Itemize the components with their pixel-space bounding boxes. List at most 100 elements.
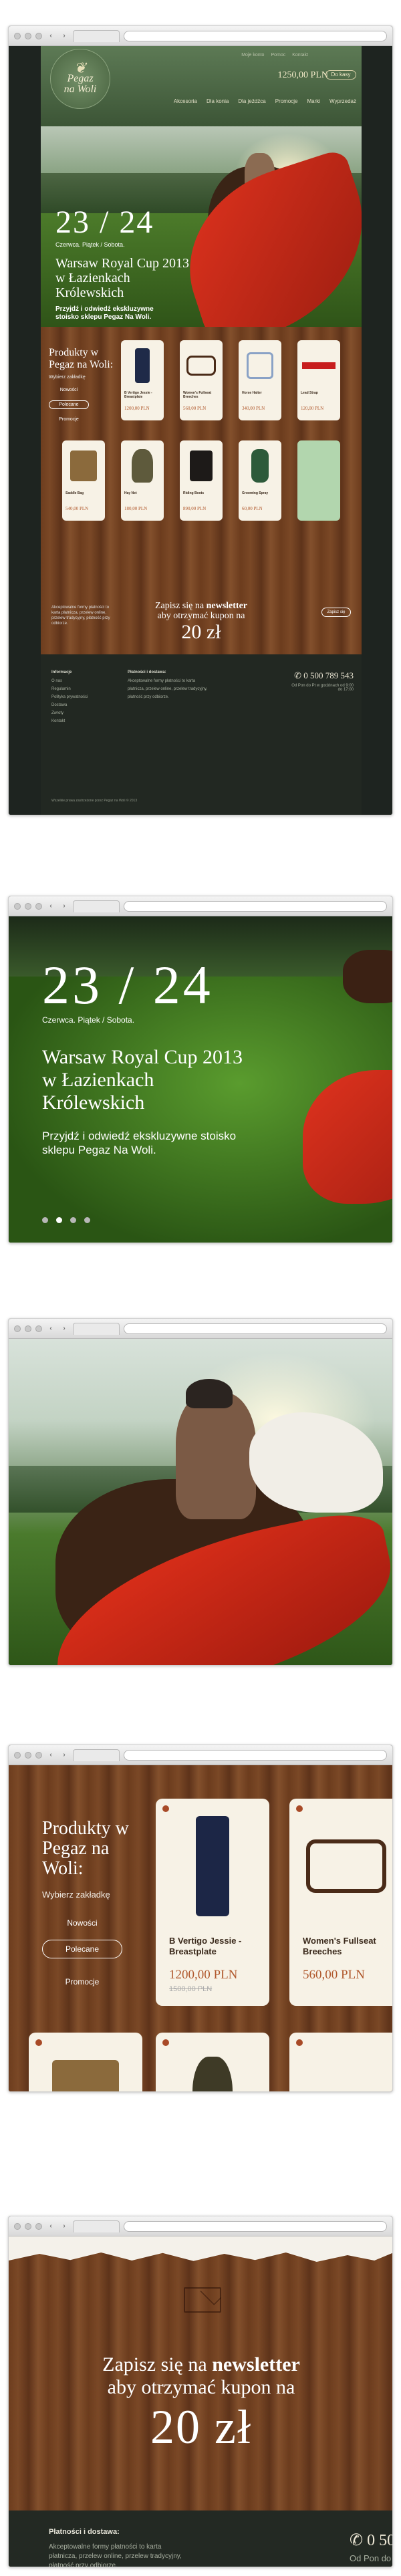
forward-icon[interactable]: › bbox=[59, 2222, 69, 2230]
promo-card[interactable] bbox=[297, 440, 340, 521]
back-icon[interactable]: ‹ bbox=[46, 902, 55, 910]
browser-tab[interactable] bbox=[73, 1749, 120, 1761]
slide-dot-active[interactable] bbox=[56, 1217, 62, 1223]
maximize-window-icon[interactable] bbox=[35, 1751, 42, 1759]
browser-tab[interactable] bbox=[73, 900, 120, 912]
product-card[interactable]: Women's Fullseat Breeches 560,00 PLN bbox=[289, 1799, 392, 2006]
minimize-window-icon[interactable] bbox=[25, 1325, 31, 1332]
product-card[interactable] bbox=[156, 2033, 269, 2091]
top-link-help[interactable]: Pomoc bbox=[271, 53, 285, 57]
product-card[interactable]: B Vertigo Jessie - Breastplate 1200,00 P… bbox=[156, 1799, 269, 2006]
site-logo[interactable]: ❦ Pegaz na Woli bbox=[50, 49, 110, 109]
minimize-window-icon[interactable] bbox=[25, 902, 31, 910]
address-bar[interactable] bbox=[124, 30, 387, 41]
maximize-window-icon[interactable] bbox=[35, 32, 42, 39]
back-icon[interactable]: ‹ bbox=[46, 2222, 55, 2230]
footer-link[interactable]: Polityka prywatności bbox=[51, 693, 88, 701]
newsletter-bold: newsletter bbox=[206, 601, 247, 611]
footer-phone[interactable]: ✆ 0 500 789 543 bbox=[350, 2531, 392, 2550]
product-name: Hay Net bbox=[124, 491, 137, 495]
nav-item-rider[interactable]: Dla jeźdźca bbox=[238, 98, 265, 104]
filter-recommended[interactable]: Polecane bbox=[49, 400, 89, 409]
product-price: 340,00 PLN bbox=[242, 406, 265, 411]
checkout-button[interactable]: Do kasy bbox=[325, 70, 356, 80]
hero-date: 23 / 24 bbox=[42, 954, 213, 1015]
back-icon[interactable]: ‹ bbox=[46, 1325, 55, 1333]
nav-item-accessories[interactable]: Akcesoria bbox=[174, 98, 197, 104]
product-card[interactable]: Riding Boots 890,00 PLN bbox=[180, 440, 223, 521]
newsletter-line-2: aby otrzymać kupon na bbox=[107, 2376, 295, 2398]
forward-icon[interactable]: › bbox=[59, 1751, 69, 1759]
close-window-icon[interactable] bbox=[14, 1751, 21, 1759]
products-title: Produkty w Pegaz na Woli: bbox=[49, 347, 114, 370]
maximize-window-icon[interactable] bbox=[35, 902, 42, 910]
address-bar[interactable] bbox=[124, 1749, 387, 1761]
product-card[interactable]: Saddle Bag 540,00 PLN bbox=[62, 440, 105, 521]
product-price: 120,00 PLN bbox=[301, 406, 324, 411]
footer-link[interactable]: Kontakt bbox=[51, 717, 88, 725]
product-price: 1200,00 PLN bbox=[124, 406, 150, 411]
helmet-image bbox=[186, 1379, 233, 1408]
slide-dot[interactable] bbox=[70, 1217, 76, 1223]
product-card[interactable]: Lead Strap 120,00 PLN bbox=[297, 340, 340, 420]
filter-new[interactable]: Nowości bbox=[49, 386, 89, 394]
slide-dot[interactable] bbox=[84, 1217, 90, 1223]
minimize-window-icon[interactable] bbox=[25, 2222, 31, 2230]
filter-promotions[interactable]: Promocje bbox=[49, 416, 89, 423]
nav-item-brands[interactable]: Marki bbox=[307, 98, 320, 104]
browser-tab[interactable] bbox=[73, 1322, 120, 1335]
nav-item-sale[interactable]: Wyprzedaż bbox=[329, 98, 356, 104]
forward-icon[interactable]: › bbox=[59, 1325, 69, 1333]
nav-item-horse[interactable]: Dla konia bbox=[207, 98, 229, 104]
breeches-icon bbox=[196, 1816, 229, 1916]
envelope-icon bbox=[184, 2287, 221, 2313]
slide-dot[interactable] bbox=[42, 1217, 48, 1223]
hero-text: 23 / 24 Czerwca. Piątek / Sobota. Warsaw… bbox=[55, 205, 196, 321]
minimize-window-icon[interactable] bbox=[25, 1751, 31, 1759]
footer-link[interactable]: O nas bbox=[51, 677, 88, 685]
filter-new[interactable]: Nowości bbox=[42, 1914, 122, 1932]
product-card[interactable]: Women's Fullseat Breeches 560,00 PLN bbox=[180, 340, 223, 420]
product-price: 180,00 PLN bbox=[124, 506, 148, 511]
nav-item-promotions[interactable]: Promocje bbox=[275, 98, 298, 104]
product-card[interactable]: Horse Halter 340,00 PLN bbox=[239, 340, 281, 420]
address-bar[interactable] bbox=[124, 2220, 387, 2232]
minimize-window-icon[interactable] bbox=[25, 32, 31, 39]
newsletter-zoom: Zapisz się na newsletter aby otrzymać ku… bbox=[9, 2236, 392, 2567]
filter-promotions[interactable]: Promocje bbox=[42, 1973, 122, 1990]
footer-link[interactable]: Zwroty bbox=[51, 709, 88, 717]
close-window-icon[interactable] bbox=[14, 1325, 21, 1332]
browser-tab[interactable] bbox=[73, 29, 120, 42]
product-card[interactable] bbox=[289, 2033, 392, 2091]
forward-icon[interactable]: › bbox=[59, 902, 69, 910]
top-link-account[interactable]: Moje konto bbox=[241, 53, 264, 57]
product-name: Horse Halter bbox=[242, 391, 262, 395]
footer-col1-title: Informacje bbox=[51, 670, 72, 674]
pin-icon bbox=[296, 2039, 303, 2046]
address-bar[interactable] bbox=[124, 900, 387, 912]
back-icon[interactable]: ‹ bbox=[46, 32, 55, 40]
cart-total[interactable]: 1250,00 PLN bbox=[278, 70, 328, 81]
forward-icon[interactable]: › bbox=[59, 32, 69, 40]
maximize-window-icon[interactable] bbox=[35, 2222, 42, 2230]
browser-tab[interactable] bbox=[73, 2220, 120, 2232]
product-card[interactable]: B Vertigo Jessie - Breastplate 1200,00 P… bbox=[121, 340, 164, 420]
newsletter-subscribe-button[interactable]: Zapisz się bbox=[321, 608, 351, 617]
close-window-icon[interactable] bbox=[14, 2222, 21, 2230]
product-card[interactable] bbox=[29, 2033, 142, 2091]
browser-toolbar: ‹ › bbox=[9, 2216, 392, 2236]
address-bar[interactable] bbox=[124, 1323, 387, 1334]
maximize-window-icon[interactable] bbox=[35, 1325, 42, 1332]
footer-link[interactable]: Dostawa bbox=[51, 701, 88, 709]
back-icon[interactable]: ‹ bbox=[46, 1751, 55, 1759]
close-window-icon[interactable] bbox=[14, 32, 21, 39]
filter-recommended[interactable]: Polecane bbox=[42, 1940, 122, 1958]
close-window-icon[interactable] bbox=[14, 902, 21, 910]
product-card[interactable]: Grooming Spray 60,00 PLN bbox=[239, 440, 281, 521]
footer-phone[interactable]: ✆ 0 500 789 543 bbox=[294, 670, 354, 681]
product-price: 560,00 PLN bbox=[183, 406, 207, 411]
top-link-contact[interactable]: Kontakt bbox=[292, 53, 308, 57]
footer-link[interactable]: Regulamin bbox=[51, 685, 88, 693]
product-card[interactable]: Hay Net 180,00 PLN bbox=[121, 440, 164, 521]
torn-paper-edge bbox=[9, 2236, 392, 2262]
